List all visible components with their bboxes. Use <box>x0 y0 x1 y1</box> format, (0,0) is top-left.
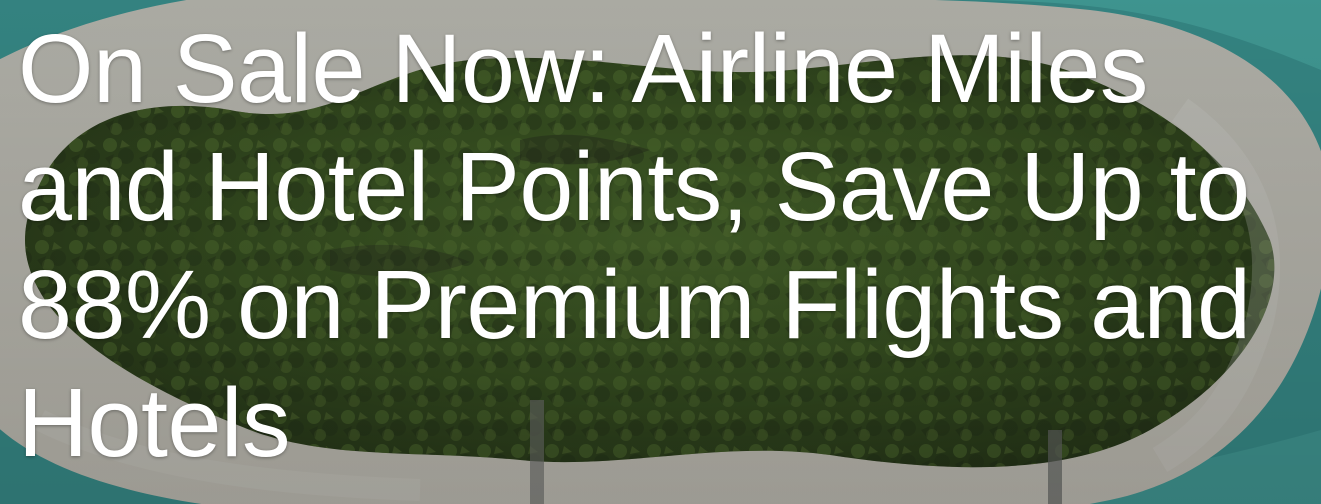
hero-banner: On Sale Now: Airline Miles and Hotel Poi… <box>0 0 1321 504</box>
hero-headline: On Sale Now: Airline Miles and Hotel Poi… <box>18 14 1251 477</box>
